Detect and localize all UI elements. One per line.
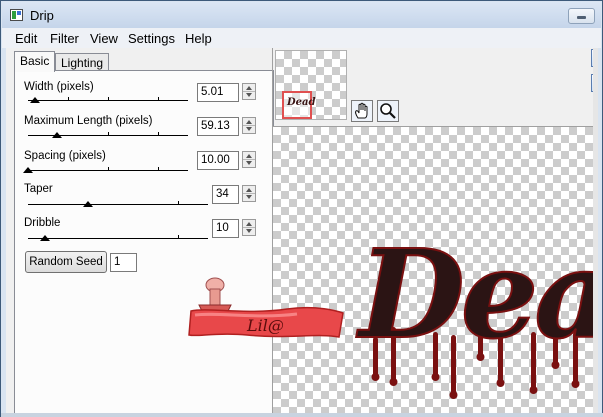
navigator-viewport-rect[interactable]: Dead [282, 91, 316, 119]
menu-settings[interactable]: Settings [128, 31, 175, 46]
watermark-logo: Lil@ [187, 277, 347, 350]
window-bottom-edge [1, 413, 603, 417]
slider-tick [178, 235, 179, 238]
drip-drop [389, 378, 398, 386]
drip-drop [571, 380, 580, 388]
dribble-spinner[interactable] [242, 219, 256, 236]
dribble-label: Dribble [24, 217, 61, 229]
max-length-spinner[interactable] [242, 117, 256, 134]
random-seed-button[interactable]: Random Seed [25, 251, 107, 273]
max-length-label: Maximum Length (pixels) [24, 115, 153, 127]
slider-tick [68, 97, 69, 100]
window-title: Drip [30, 8, 54, 23]
magnifier-icon[interactable] [377, 100, 399, 122]
drip-drop [529, 386, 538, 394]
width-value-field[interactable]: 5.01 [197, 83, 239, 102]
spacing-spinner[interactable] [242, 151, 256, 168]
taper-label: Taper [24, 183, 53, 195]
drip-drop [431, 373, 440, 381]
drip-window: Drip Edit Filter View Settings Help Basi… [0, 0, 603, 417]
basic-tab-panel: Width (pixels) 5.01 Maximum Length (pixe… [14, 70, 274, 414]
slider-tick [108, 167, 109, 170]
spacing-slider-thumb[interactable] [23, 167, 33, 173]
minimize-button[interactable] [568, 8, 595, 24]
width-slider-thumb[interactable] [30, 97, 40, 103]
menu-filter[interactable]: Filter [50, 31, 79, 46]
dribble-slider-track[interactable] [28, 238, 208, 239]
spacing-slider-track[interactable] [28, 170, 188, 171]
taper-value-field[interactable]: 34 [212, 185, 239, 204]
max-length-value-field[interactable]: 59.13 [197, 117, 239, 136]
slider-tick [108, 132, 109, 135]
menu-edit[interactable]: Edit [15, 31, 37, 46]
watermark-text: Lil@ [246, 316, 284, 335]
spacing-label: Spacing (pixels) [24, 150, 106, 162]
slider-tick [108, 97, 109, 100]
preview-text: Dead [356, 222, 598, 366]
preview-artwork: Dead [355, 221, 598, 399]
slider-tick [158, 132, 159, 135]
slider-tick [158, 167, 159, 170]
title-bar: Drip [2, 2, 601, 28]
drip-drop [449, 391, 458, 399]
preview-canvas[interactable]: Dead [273, 126, 598, 414]
width-label: Width (pixels) [24, 81, 94, 93]
taper-slider-track[interactable] [28, 204, 208, 205]
drip-drop [496, 379, 505, 387]
tab-lighting[interactable]: Lighting [55, 53, 110, 71]
dribble-slider-thumb[interactable] [40, 235, 50, 241]
navigator-thumbnail-text: Dead [287, 97, 316, 108]
tab-basic[interactable]: Basic [14, 51, 56, 72]
hand-icon[interactable] [351, 100, 373, 122]
taper-spinner[interactable] [242, 185, 256, 202]
max-length-slider-thumb[interactable] [52, 132, 62, 138]
drip-drop [371, 373, 380, 381]
menu-bar: Edit Filter View Settings Help [2, 28, 601, 48]
right-edge-scrollbar[interactable] [593, 48, 598, 414]
slider-tick [178, 201, 179, 204]
random-seed-field[interactable]: 1 [110, 253, 137, 272]
slider-tick [158, 97, 159, 100]
menu-help[interactable]: Help [185, 31, 212, 46]
width-slider-track[interactable] [28, 100, 188, 101]
menu-view[interactable]: View [90, 31, 118, 46]
spacing-value-field[interactable]: 10.00 [197, 151, 239, 170]
dribble-value-field[interactable]: 10 [212, 219, 239, 238]
taper-slider-thumb[interactable] [83, 201, 93, 207]
app-icon [10, 9, 23, 21]
dialog-client-area: Basic Lighting Width (pixels) 5.01 Maxim… [6, 48, 598, 414]
width-spinner[interactable] [242, 83, 256, 100]
